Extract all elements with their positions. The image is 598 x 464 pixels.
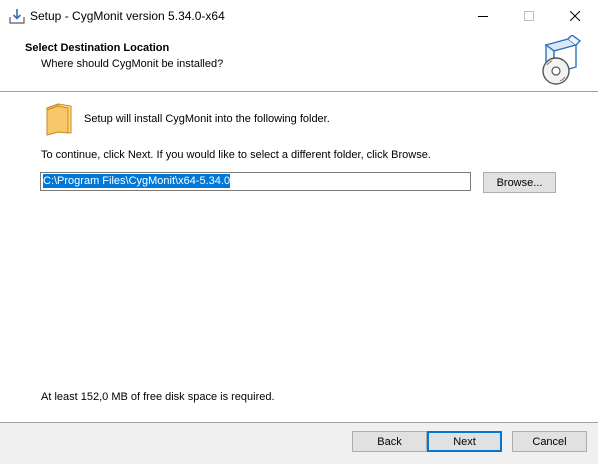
setup-box-disc-icon bbox=[538, 34, 582, 87]
wizard-content: Setup will install CygMonit into the fol… bbox=[0, 92, 598, 422]
minimize-button[interactable] bbox=[460, 0, 506, 31]
next-button-label: Next bbox=[453, 435, 476, 448]
install-intro-text: Setup will install CygMonit into the fol… bbox=[84, 113, 330, 125]
window-title: Setup - CygMonit version 5.34.0-x64 bbox=[30, 9, 225, 23]
destination-path-value: C:\Program Files\CygMonit\x64-5.34.0 bbox=[43, 174, 231, 188]
close-button[interactable] bbox=[552, 0, 598, 31]
page-title: Select Destination Location bbox=[25, 42, 170, 54]
cancel-button-label: Cancel bbox=[532, 435, 567, 448]
instruction-text: To continue, click Next. If you would li… bbox=[41, 149, 431, 161]
browse-button[interactable]: Browse... bbox=[483, 172, 556, 193]
maximize-button[interactable] bbox=[506, 0, 552, 31]
back-button-label: Back bbox=[377, 435, 402, 448]
setup-install-icon bbox=[8, 7, 26, 25]
disk-space-requirement: At least 152,0 MB of free disk space is … bbox=[41, 391, 275, 403]
back-button[interactable]: Back bbox=[352, 431, 427, 452]
cancel-button[interactable]: Cancel bbox=[512, 431, 587, 452]
title-bar[interactable]: Setup - CygMonit version 5.34.0-x64 bbox=[0, 0, 598, 31]
destination-path-input[interactable]: C:\Program Files\CygMonit\x64-5.34.0 bbox=[40, 172, 471, 191]
minimize-icon bbox=[478, 11, 488, 21]
wizard-footer: Back Next Cancel bbox=[0, 423, 598, 464]
browse-button-label: Browse... bbox=[496, 176, 543, 189]
page-subtitle: Where should CygMonit be installed? bbox=[41, 58, 224, 70]
folder-icon bbox=[44, 102, 74, 136]
wizard-header: Select Destination Location Where should… bbox=[0, 31, 598, 92]
next-button[interactable]: Next bbox=[427, 431, 502, 452]
maximize-icon bbox=[524, 10, 534, 21]
close-icon bbox=[570, 10, 580, 21]
